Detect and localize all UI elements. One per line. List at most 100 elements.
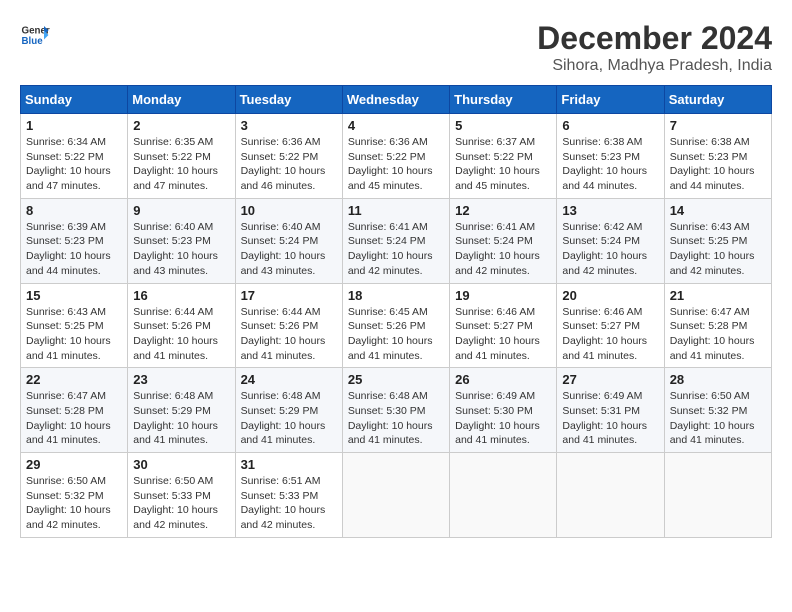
calendar-cell: 31 Sunrise: 6:51 AM Sunset: 5:33 PM Dayli… [235,453,342,538]
calendar-cell: 13Sunrise: 6:42 AM Sunset: 5:24 PM Dayli… [557,198,664,283]
calendar-cell: 29Sunrise: 6:50 AM Sunset: 5:32 PM Dayli… [21,453,128,538]
calendar-cell: 9 Sunrise: 6:40 AM Sunset: 5:23 PM Daylig… [128,198,235,283]
day-number: 25 [348,372,444,387]
calendar-body: 1 Sunrise: 6:34 AM Sunset: 5:22 PM Daylig… [21,114,772,538]
day-info: Sunrise: 6:44 AM Sunset: 5:26 PM Dayligh… [133,305,229,364]
calendar-week-row: 8 Sunrise: 6:39 AM Sunset: 5:23 PM Daylig… [21,198,772,283]
day-info: Sunrise: 6:40 AM Sunset: 5:24 PM Dayligh… [241,220,337,279]
day-info: Sunrise: 6:47 AM Sunset: 5:28 PM Dayligh… [26,389,122,448]
day-header-saturday: Saturday [664,86,771,114]
calendar-cell: 16Sunrise: 6:44 AM Sunset: 5:26 PM Dayli… [128,283,235,368]
day-number: 11 [348,203,444,218]
day-number: 4 [348,118,444,133]
day-info: Sunrise: 6:48 AM Sunset: 5:29 PM Dayligh… [241,389,337,448]
day-number: 9 [133,203,229,218]
day-number: 12 [455,203,551,218]
day-info: Sunrise: 6:50 AM Sunset: 5:32 PM Dayligh… [26,474,122,533]
day-info: Sunrise: 6:46 AM Sunset: 5:27 PM Dayligh… [562,305,658,364]
day-number: 6 [562,118,658,133]
calendar-cell: 14Sunrise: 6:43 AM Sunset: 5:25 PM Dayli… [664,198,771,283]
day-number: 31 [241,457,337,472]
day-info: Sunrise: 6:40 AM Sunset: 5:23 PM Dayligh… [133,220,229,279]
day-number: 5 [455,118,551,133]
day-info: Sunrise: 6:49 AM Sunset: 5:30 PM Dayligh… [455,389,551,448]
day-number: 28 [670,372,766,387]
calendar-cell: 7 Sunrise: 6:38 AM Sunset: 5:23 PM Daylig… [664,114,771,199]
calendar-cell: 26 Sunrise: 6:49 AM Sunset: 5:30 PM Dayli… [450,368,557,453]
page-title: December 2024 [537,20,772,57]
day-header-monday: Monday [128,86,235,114]
calendar-cell: 25 Sunrise: 6:48 AM Sunset: 5:30 PM Dayli… [342,368,449,453]
calendar-cell: 6 Sunrise: 6:38 AM Sunset: 5:23 PM Daylig… [557,114,664,199]
logo: General Blue [20,20,50,50]
day-info: Sunrise: 6:44 AM Sunset: 5:26 PM Dayligh… [241,305,337,364]
day-number: 8 [26,203,122,218]
calendar-cell: 30 Sunrise: 6:50 AM Sunset: 5:33 PM Dayli… [128,453,235,538]
day-number: 30 [133,457,229,472]
day-number: 13 [562,203,658,218]
day-header-wednesday: Wednesday [342,86,449,114]
day-info: Sunrise: 6:50 AM Sunset: 5:33 PM Dayligh… [133,474,229,533]
calendar-cell: 15Sunrise: 6:43 AM Sunset: 5:25 PM Dayli… [21,283,128,368]
calendar-cell: 28 Sunrise: 6:50 AM Sunset: 5:32 PM Dayli… [664,368,771,453]
day-header-tuesday: Tuesday [235,86,342,114]
day-number: 20 [562,288,658,303]
day-info: Sunrise: 6:38 AM Sunset: 5:23 PM Dayligh… [562,135,658,194]
day-number: 7 [670,118,766,133]
page-header: General Blue December 2024 Sihora, Madhy… [20,20,772,75]
calendar-cell: 4 Sunrise: 6:36 AM Sunset: 5:22 PM Daylig… [342,114,449,199]
day-number: 22 [26,372,122,387]
calendar-header-row: SundayMondayTuesdayWednesdayThursdayFrid… [21,86,772,114]
day-info: Sunrise: 6:41 AM Sunset: 5:24 PM Dayligh… [348,220,444,279]
calendar-cell: 18Sunrise: 6:45 AM Sunset: 5:26 PM Dayli… [342,283,449,368]
day-info: Sunrise: 6:36 AM Sunset: 5:22 PM Dayligh… [348,135,444,194]
day-number: 10 [241,203,337,218]
day-number: 15 [26,288,122,303]
calendar-cell: 12 Sunrise: 6:41 AM Sunset: 5:24 PM Dayli… [450,198,557,283]
day-info: Sunrise: 6:46 AM Sunset: 5:27 PM Dayligh… [455,305,551,364]
day-info: Sunrise: 6:48 AM Sunset: 5:30 PM Dayligh… [348,389,444,448]
calendar-cell: 21Sunrise: 6:47 AM Sunset: 5:28 PM Dayli… [664,283,771,368]
calendar-cell: 23 Sunrise: 6:48 AM Sunset: 5:29 PM Dayli… [128,368,235,453]
calendar-cell: 10 Sunrise: 6:40 AM Sunset: 5:24 PM Dayli… [235,198,342,283]
day-info: Sunrise: 6:38 AM Sunset: 5:23 PM Dayligh… [670,135,766,194]
calendar-cell: 19 Sunrise: 6:46 AM Sunset: 5:27 PM Dayli… [450,283,557,368]
day-info: Sunrise: 6:48 AM Sunset: 5:29 PM Dayligh… [133,389,229,448]
day-number: 2 [133,118,229,133]
day-number: 23 [133,372,229,387]
day-info: Sunrise: 6:34 AM Sunset: 5:22 PM Dayligh… [26,135,122,194]
calendar-cell: 27Sunrise: 6:49 AM Sunset: 5:31 PM Dayli… [557,368,664,453]
day-number: 26 [455,372,551,387]
calendar-cell: 5 Sunrise: 6:37 AM Sunset: 5:22 PM Daylig… [450,114,557,199]
calendar-cell [664,453,771,538]
day-header-thursday: Thursday [450,86,557,114]
calendar-week-row: 22 Sunrise: 6:47 AM Sunset: 5:28 PM Dayli… [21,368,772,453]
day-number: 19 [455,288,551,303]
day-number: 17 [241,288,337,303]
calendar-cell: 22 Sunrise: 6:47 AM Sunset: 5:28 PM Dayli… [21,368,128,453]
day-info: Sunrise: 6:41 AM Sunset: 5:24 PM Dayligh… [455,220,551,279]
day-info: Sunrise: 6:47 AM Sunset: 5:28 PM Dayligh… [670,305,766,364]
calendar-cell: 8 Sunrise: 6:39 AM Sunset: 5:23 PM Daylig… [21,198,128,283]
day-info: Sunrise: 6:51 AM Sunset: 5:33 PM Dayligh… [241,474,337,533]
day-number: 1 [26,118,122,133]
day-number: 24 [241,372,337,387]
calendar-table: SundayMondayTuesdayWednesdayThursdayFrid… [20,85,772,538]
day-header-sunday: Sunday [21,86,128,114]
logo-icon: General Blue [20,20,50,50]
calendar-cell: 24 Sunrise: 6:48 AM Sunset: 5:29 PM Dayli… [235,368,342,453]
day-header-friday: Friday [557,86,664,114]
calendar-cell: 3Sunrise: 6:36 AM Sunset: 5:22 PM Daylig… [235,114,342,199]
calendar-cell: 20 Sunrise: 6:46 AM Sunset: 5:27 PM Dayli… [557,283,664,368]
calendar-cell: 1 Sunrise: 6:34 AM Sunset: 5:22 PM Daylig… [21,114,128,199]
calendar-cell [342,453,449,538]
calendar-week-row: 29Sunrise: 6:50 AM Sunset: 5:32 PM Dayli… [21,453,772,538]
day-number: 18 [348,288,444,303]
day-info: Sunrise: 6:37 AM Sunset: 5:22 PM Dayligh… [455,135,551,194]
calendar-week-row: 15Sunrise: 6:43 AM Sunset: 5:25 PM Dayli… [21,283,772,368]
calendar-cell: 11 Sunrise: 6:41 AM Sunset: 5:24 PM Dayli… [342,198,449,283]
page-subtitle: Sihora, Madhya Pradesh, India [537,57,772,75]
day-info: Sunrise: 6:39 AM Sunset: 5:23 PM Dayligh… [26,220,122,279]
calendar-cell [450,453,557,538]
day-info: Sunrise: 6:50 AM Sunset: 5:32 PM Dayligh… [670,389,766,448]
